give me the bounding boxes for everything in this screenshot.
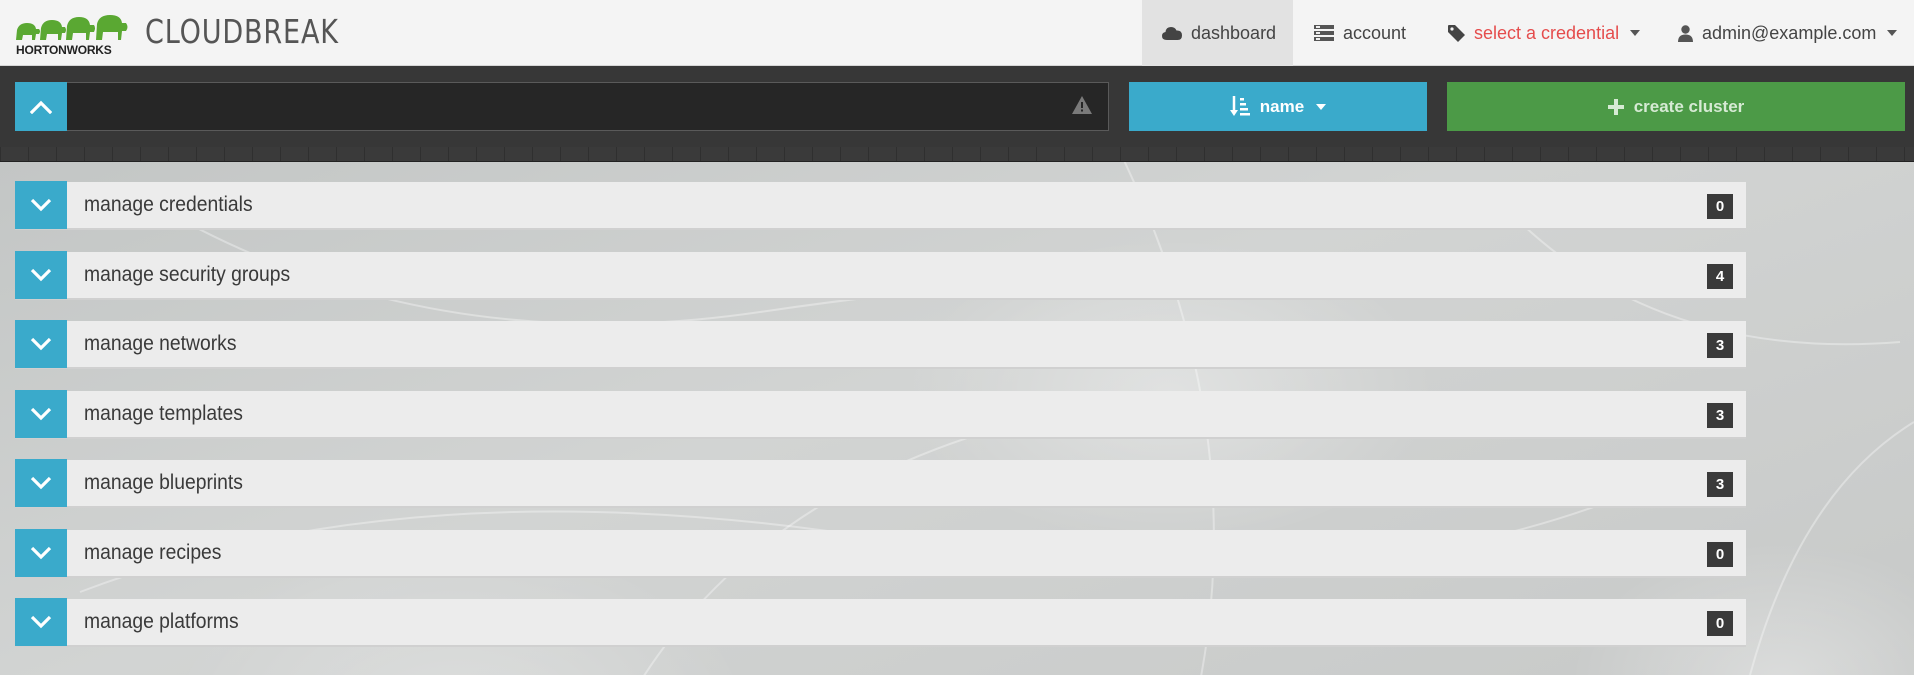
chevron-down-icon: [1316, 103, 1327, 110]
chevron-down-icon: [30, 198, 52, 212]
sort-button[interactable]: name: [1129, 82, 1427, 131]
count-badge: 0: [1707, 611, 1733, 636]
expand-button[interactable]: [15, 598, 67, 646]
panel-label: manage blueprints: [84, 471, 243, 494]
panel-manage-templates[interactable]: manage templates 3: [15, 390, 1746, 439]
count-badge: 3: [1707, 333, 1733, 358]
expand-button[interactable]: [15, 251, 67, 299]
hortonworks-logo[interactable]: HORTONWORKS: [14, 14, 132, 58]
credential-label: select a credential: [1474, 22, 1620, 43]
panel-label: manage templates: [84, 402, 243, 425]
panel-manage-platforms[interactable]: manage platforms 0: [15, 598, 1746, 647]
expand-button[interactable]: [15, 459, 67, 507]
expand-button[interactable]: [15, 181, 67, 229]
panel-label: manage networks: [84, 332, 237, 355]
create-cluster-button[interactable]: create cluster: [1447, 82, 1905, 131]
chevron-down-icon: [30, 407, 52, 421]
expand-button[interactable]: [15, 320, 67, 368]
cloud-icon: [1162, 27, 1182, 40]
chevron-down-icon: [30, 268, 52, 282]
panel-label: manage recipes: [84, 541, 222, 564]
collapse-toggle-button[interactable]: [15, 82, 67, 131]
chevron-up-icon: [30, 100, 52, 114]
credential-dropdown[interactable]: select a credential: [1448, 0, 1641, 66]
nav-account[interactable]: account: [1314, 0, 1406, 66]
nav-dashboard[interactable]: dashboard: [1142, 0, 1293, 66]
nav-dashboard-label: dashboard: [1191, 22, 1277, 43]
chevron-down-icon: [1887, 30, 1898, 36]
chevron-down-icon: [30, 615, 52, 629]
logo-text: HORTONWORKS: [16, 43, 112, 57]
panel-label: manage security groups: [84, 263, 291, 286]
plus-icon: [1607, 98, 1624, 115]
chevron-down-icon: [30, 337, 52, 351]
expand-button[interactable]: [15, 390, 67, 438]
panel-manage-blueprints[interactable]: manage blueprints 3: [15, 459, 1746, 508]
user-email: admin@example.com: [1702, 22, 1877, 43]
panel-manage-recipes[interactable]: manage recipes 0: [15, 529, 1746, 578]
expand-button[interactable]: [15, 529, 67, 577]
count-badge: 0: [1707, 194, 1733, 219]
user-icon: [1678, 24, 1693, 42]
sort-amount-icon: [1229, 95, 1250, 116]
sort-label: name: [1259, 96, 1305, 116]
warning-icon: [1072, 96, 1092, 114]
panel-label: manage credentials: [84, 193, 253, 216]
app-title: CLOUDBREAK: [145, 12, 339, 51]
panel-manage-security-groups[interactable]: manage security groups 4: [15, 251, 1746, 300]
nav-account-label: account: [1343, 22, 1407, 43]
cluster-filter-input[interactable]: [67, 82, 1109, 131]
count-badge: 3: [1707, 472, 1733, 497]
top-navbar: HORTONWORKS CLOUDBREAK dashboard account…: [0, 0, 1914, 66]
chevron-down-icon: [1630, 30, 1641, 36]
count-badge: 4: [1707, 264, 1733, 289]
chevron-down-icon: [30, 546, 52, 560]
panel-manage-credentials[interactable]: manage credentials 0: [15, 181, 1746, 230]
count-badge: 0: [1707, 542, 1733, 567]
panel-manage-networks[interactable]: manage networks 3: [15, 320, 1746, 369]
elephants-icon: [16, 15, 128, 40]
create-cluster-label: create cluster: [1633, 96, 1745, 116]
server-icon: [1314, 25, 1334, 41]
count-badge: 3: [1707, 403, 1733, 428]
chevron-down-icon: [30, 476, 52, 490]
tag-icon: [1448, 24, 1465, 42]
user-menu[interactable]: admin@example.com: [1678, 0, 1898, 66]
panel-label: manage platforms: [84, 610, 239, 633]
